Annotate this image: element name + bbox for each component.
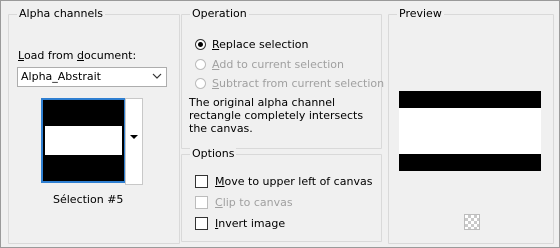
load-from-document-label: Load from document: (18, 49, 137, 62)
options-title: Options (190, 147, 237, 160)
clip-to-canvas-option[interactable]: Clip to canvas (195, 194, 293, 210)
invert-image-label: Invert image (215, 216, 286, 230)
dropdown-arrow-icon (130, 135, 138, 139)
operation-description: The original alpha channel rectangle com… (189, 96, 364, 135)
load-selection-dialog: Alpha channels Load from document: Alpha… (0, 0, 560, 248)
add-selection-radio[interactable] (195, 58, 206, 70)
operation-title: Operation (190, 7, 249, 20)
alpha-channels-title: Alpha channels (17, 7, 106, 20)
document-dropdown-value: Alpha_Abstrait (21, 70, 101, 83)
move-to-upper-left-option[interactable]: Move to upper left of canvas (195, 173, 372, 189)
subtract-selection-label: Subtract from current selection (212, 76, 385, 90)
invert-image-checkbox[interactable] (195, 216, 208, 230)
replace-selection-option[interactable]: Replace selection (195, 36, 308, 52)
preview-image (399, 91, 541, 171)
replace-selection-radio[interactable] (195, 38, 206, 50)
subtract-selection-option[interactable]: Subtract from current selection (195, 75, 384, 91)
transparency-toggle-icon[interactable] (464, 214, 480, 230)
document-dropdown[interactable]: Alpha_Abstrait (17, 67, 167, 87)
selection-name-label: Sélection #5 (53, 193, 124, 206)
replace-selection-label: Replace selection (212, 37, 309, 51)
add-selection-label: Add to current selection (212, 57, 344, 71)
move-to-upper-left-label: Move to upper left of canvas (215, 174, 373, 188)
invert-image-option[interactable]: Invert image (195, 215, 285, 231)
move-to-upper-left-checkbox[interactable] (195, 174, 208, 188)
preview-white-band (399, 108, 541, 154)
chevron-down-icon (152, 73, 162, 79)
preview-title: Preview (397, 7, 444, 20)
add-selection-option[interactable]: Add to current selection (195, 56, 344, 72)
clip-to-canvas-checkbox[interactable] (195, 195, 208, 209)
thumbnail-dropdown-button[interactable] (125, 98, 143, 185)
clip-to-canvas-label: Clip to canvas (215, 195, 293, 209)
alpha-channel-thumbnail[interactable] (41, 98, 126, 183)
subtract-selection-radio[interactable] (195, 77, 206, 89)
thumbnail-white-band (45, 126, 122, 155)
